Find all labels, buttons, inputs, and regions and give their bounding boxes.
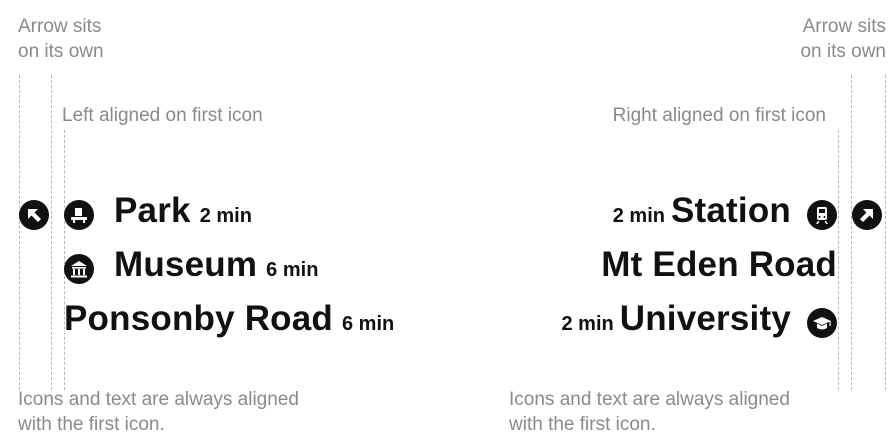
destination-label: Mt Eden Road bbox=[601, 245, 837, 284]
right-row-university: 2 min University bbox=[562, 299, 792, 339]
right-align-note: Right aligned on first icon bbox=[612, 105, 826, 126]
destination-label: Station bbox=[670, 191, 791, 230]
right-arrow-note: Arrow sits on its own bbox=[800, 16, 886, 62]
arrow-up-right-icon bbox=[852, 200, 882, 230]
museum-icon bbox=[64, 254, 94, 284]
graduation-cap-icon bbox=[807, 308, 837, 338]
left-row-park: Park 2 min bbox=[114, 191, 252, 231]
right-row-station: 2 min Station bbox=[613, 191, 791, 231]
left-footer-note: Icons and text are always aligned with t… bbox=[18, 389, 299, 435]
destination-label: Park bbox=[114, 191, 191, 230]
right-row-mt-eden: Mt Eden Road bbox=[601, 245, 837, 285]
left-row-ponsonby: Ponsonby Road 6 min bbox=[64, 299, 394, 339]
right-guide-first-icon bbox=[838, 130, 839, 390]
right-footer-note: Icons and text are always aligned with t… bbox=[509, 389, 790, 435]
left-guide-arrow-end bbox=[51, 75, 52, 390]
left-guide-arrow-start bbox=[19, 75, 20, 390]
walk-time-label: 2 min bbox=[199, 205, 252, 227]
left-align-note: Left aligned on first icon bbox=[62, 105, 263, 126]
left-arrow-note: Arrow sits on its own bbox=[18, 16, 104, 62]
right-guide-arrow-start bbox=[851, 75, 852, 390]
park-bench-icon bbox=[64, 200, 94, 230]
train-icon bbox=[807, 200, 837, 230]
destination-label: Ponsonby Road bbox=[64, 299, 333, 338]
walk-time-label: 2 min bbox=[612, 205, 665, 227]
destination-label: University bbox=[619, 299, 791, 338]
walk-time-label: 2 min bbox=[561, 313, 614, 335]
destination-label: Museum bbox=[114, 245, 258, 284]
walk-time-label: 6 min bbox=[266, 259, 319, 281]
arrow-up-left-icon bbox=[19, 200, 49, 230]
right-guide-arrow-end bbox=[885, 75, 886, 390]
left-row-museum: Museum 6 min bbox=[114, 245, 318, 285]
walk-time-label: 6 min bbox=[342, 313, 395, 335]
